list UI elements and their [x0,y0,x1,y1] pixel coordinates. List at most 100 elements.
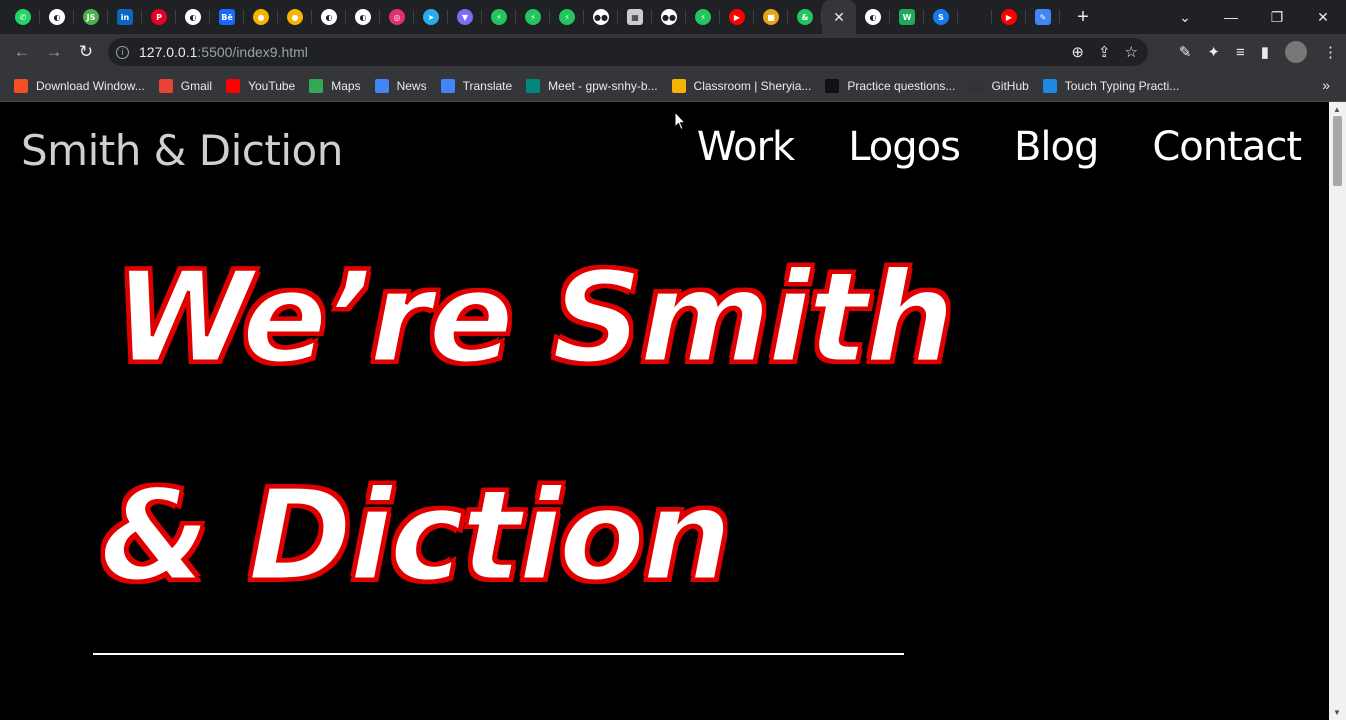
scroll-up-icon[interactable]: ▲ [1333,105,1341,114]
url-text[interactable]: 127.0.0.1:5500/index9.html [139,44,308,60]
bookmark-item[interactable]: Touch Typing Practi... [1042,78,1179,93]
scroll-down-icon[interactable]: ▼ [1333,708,1341,717]
browser-tab[interactable]: ➤ [414,0,448,34]
bookmark-label: Maps [331,78,361,93]
w-icon: W [899,9,915,25]
bookmark-item[interactable]: Translate [440,78,512,93]
browser-tab[interactable]: ◐ [40,0,74,34]
browser-tab[interactable]: in [108,0,142,34]
browser-tab[interactable]: ◐ [176,0,210,34]
browser-tab[interactable]: ▦ [618,0,652,34]
browser-tab[interactable]: ✕ [822,0,856,34]
blank-icon [967,9,983,25]
nav-link-blog[interactable]: Blog [1014,124,1099,170]
bookmark-item[interactable]: News [374,78,427,93]
browser-tab[interactable]: ⚡ [550,0,584,34]
bookmark-item[interactable]: YouTube [226,78,296,93]
hero-divider [93,653,904,655]
zoom-icon[interactable]: ⊕ [1071,43,1084,61]
bookmark-label: Download Window... [36,78,145,93]
browser-tab[interactable]: ◐ [346,0,380,34]
close-window-button[interactable]: ✕ [1300,9,1346,26]
new-tab-button[interactable]: + [1066,0,1100,34]
bookmarks-overflow-icon[interactable]: » [1322,77,1330,93]
browser-tab[interactable]: Bē [210,0,244,34]
bookmark-item[interactable]: GitHub [969,78,1029,93]
browser-tab[interactable]: & [788,0,822,34]
medium-icon: ●● [593,9,609,25]
browser-tab[interactable]: ● [278,0,312,34]
address-bar[interactable]: i 127.0.0.1:5500/index9.html ⊕ ⇪ ☆ [108,38,1148,66]
whatsapp-icon: ✆ [15,9,31,25]
toolbar-actions: ✎ ✦ ≡ ▮ ⋮ [1179,34,1338,70]
linkedin-icon: in [117,9,133,25]
browser-tab[interactable]: S [924,0,958,34]
minimize-button[interactable]: — [1208,9,1254,25]
browser-tab[interactable]: ◎ [380,0,414,34]
browser-tab[interactable]: ◐ [856,0,890,34]
share-icon[interactable]: ⇪ [1098,43,1111,61]
browser-tab[interactable]: ▶ [992,0,1026,34]
browser-tab[interactable]: P [142,0,176,34]
nav-link-work[interactable]: Work [697,124,795,170]
bookmark-favicon-icon [309,78,324,93]
browser-tab[interactable]: ⚡ [516,0,550,34]
omnibox-actions: ⊕ ⇪ ☆ [1071,38,1138,66]
nav-link-logos[interactable]: Logos [848,124,961,170]
bookmark-label: GitHub [991,78,1029,93]
browser-tab[interactable]: JS [74,0,108,34]
globe-icon: ◐ [355,9,371,25]
browser-tab[interactable]: ▶ [720,0,754,34]
browser-tab[interactable]: ✎ [1026,0,1060,34]
behance-icon: Bē [219,9,235,25]
browser-tab[interactable]: ⚡ [686,0,720,34]
browser-tab[interactable]: W [890,0,924,34]
profile-avatar[interactable] [1285,41,1307,63]
web-page: Smith & Diction Work Logos Blog Contact … [0,102,1329,720]
browser-toolbar: ← → ↻ i 127.0.0.1:5500/index9.html ⊕ ⇪ ☆… [0,34,1346,70]
pen-icon[interactable]: ✎ [1179,43,1192,61]
site-logo[interactable]: Smith & Diction [21,126,343,175]
bookmark-item[interactable]: Download Window... [14,78,145,93]
window-controls: ⌄ — ❐ ✕ [1162,0,1346,34]
scrollbar-thumb[interactable] [1333,116,1342,186]
classroom-icon: ● [253,9,269,25]
browser-tab[interactable]: ● [244,0,278,34]
shield-icon: ▼ [457,9,473,25]
reload-icon[interactable]: ↻ [70,42,102,62]
menu-icon[interactable]: ⋮ [1323,43,1338,61]
page-scrollbar[interactable]: ▲ ▼ [1329,102,1346,720]
browser-tab[interactable] [958,0,992,34]
tab-search-icon[interactable]: ⌄ [1162,9,1208,26]
bookmark-label: Gmail [180,78,213,93]
nav-link-contact[interactable]: Contact [1152,124,1302,170]
browser-tab[interactable]: ●● [652,0,686,34]
bookmark-favicon-icon [969,78,984,93]
bookmark-favicon-icon [671,78,686,93]
medium-icon: ●● [661,9,677,25]
browser-tab[interactable]: ●● [584,0,618,34]
bookmark-item[interactable]: Maps [309,78,361,93]
browser-tab[interactable]: ◐ [312,0,346,34]
bookmark-label: YouTube [248,78,296,93]
browser-tab[interactable]: ✆ [6,0,40,34]
bookmark-item[interactable]: Practice questions... [825,78,956,93]
bookmark-favicon-icon [158,78,173,93]
restore-button[interactable]: ❐ [1254,9,1300,26]
bookmark-item[interactable]: Classroom | Sheryia... [671,78,811,93]
js-icon: JS [83,9,99,25]
extensions-icon[interactable]: ✦ [1207,43,1220,61]
side-panel-icon[interactable]: ▮ [1261,43,1269,61]
info-icon[interactable]: i [116,45,129,59]
browser-tab[interactable]: ■ [754,0,788,34]
reading-list-icon[interactable]: ≡ [1236,44,1245,61]
bookmark-item[interactable]: Meet - gpw-snhy-b... [526,78,658,93]
bookmark-label: Practice questions... [847,78,956,93]
browser-tab[interactable]: ▼ [448,0,482,34]
forward-icon[interactable]: → [38,42,70,62]
bookmark-item[interactable]: Gmail [158,78,213,93]
bookmark-star-icon[interactable]: ☆ [1125,43,1138,61]
back-icon[interactable]: ← [6,42,38,62]
close-icon: ✕ [833,8,845,25]
browser-tab[interactable]: ⚡ [482,0,516,34]
